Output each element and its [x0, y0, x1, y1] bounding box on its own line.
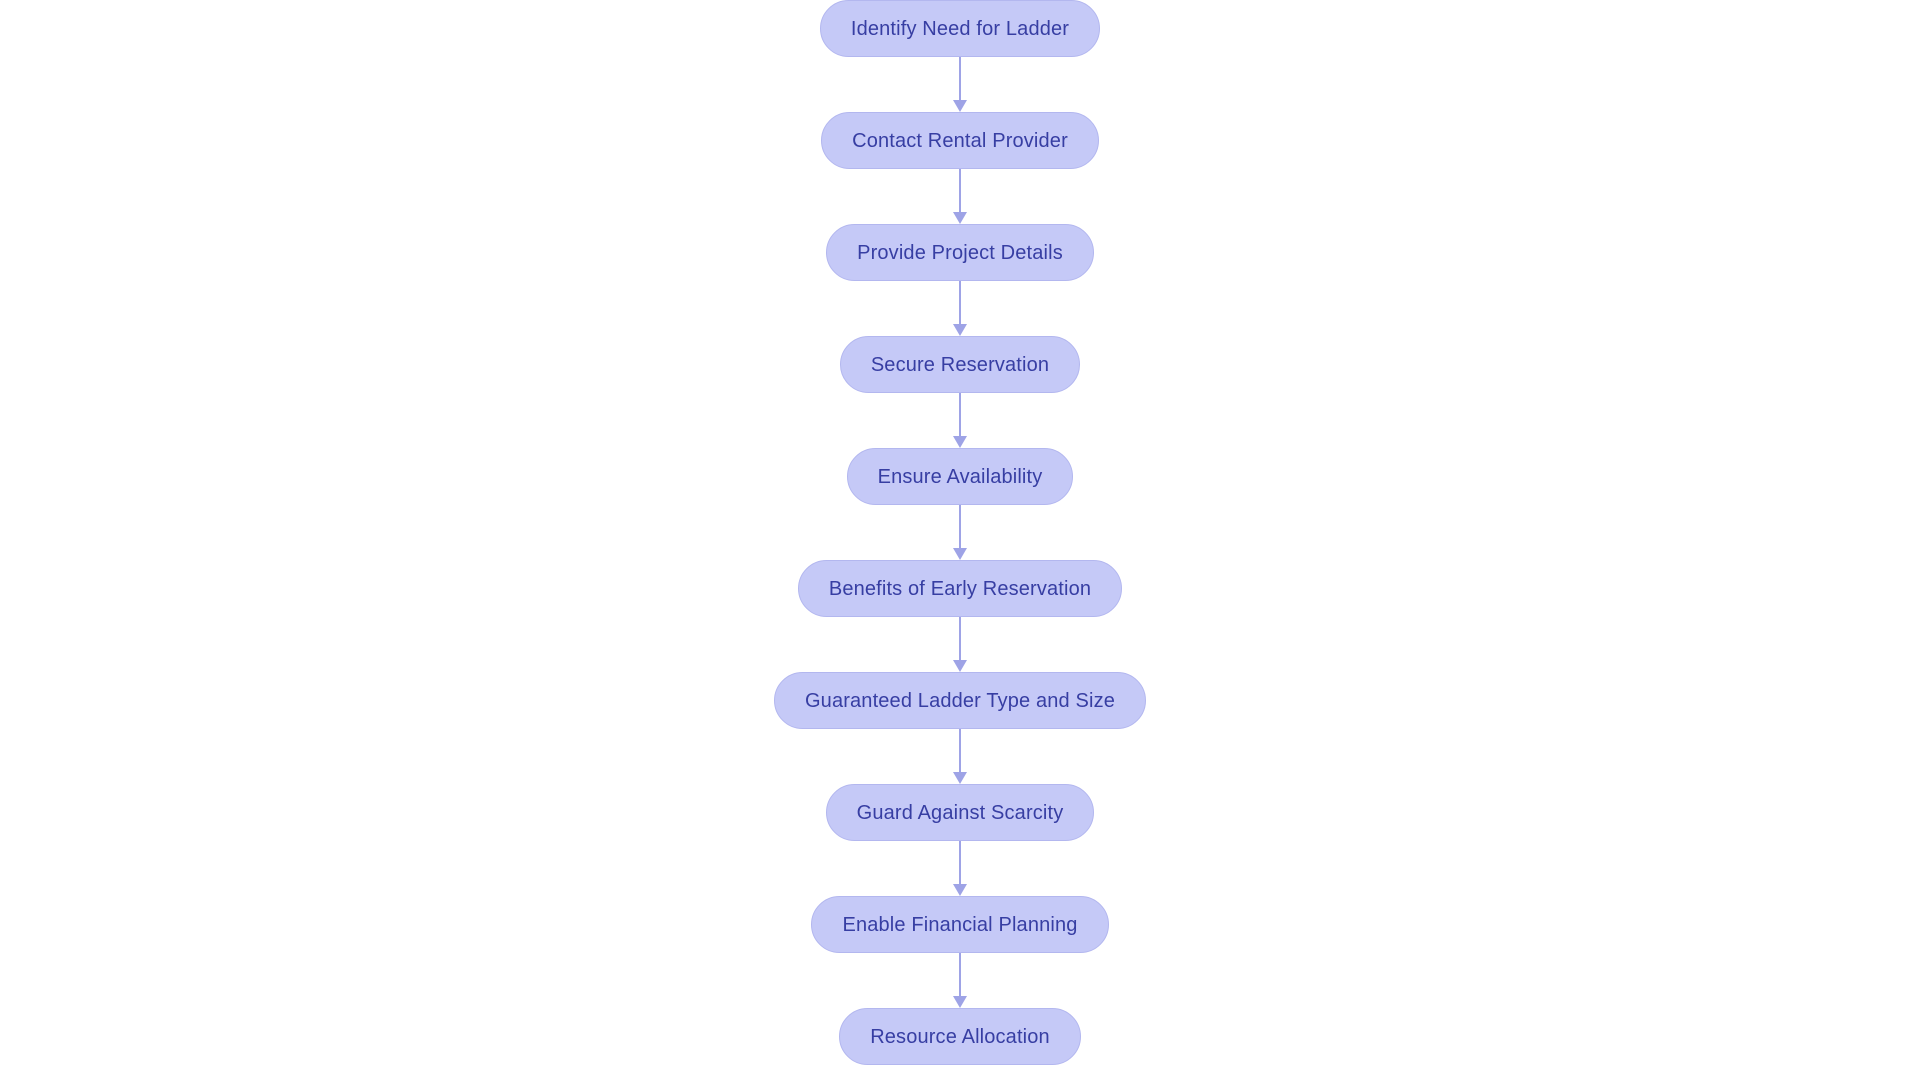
flowchart-node-label: Benefits of Early Reservation [828, 577, 1092, 600]
flowchart-edge-n9-n10 [947, 953, 973, 1008]
flowchart-node-contact-rental-provider[interactable]: Contact Rental Provider [821, 112, 1099, 169]
flowchart-edge-n1-n2 [947, 57, 973, 112]
flowchart-node-label: Identify Need for Ladder [850, 17, 1070, 40]
flowchart-edge-n4-n5 [947, 393, 973, 448]
down-arrow-icon [953, 548, 967, 560]
flowchart-node-provide-project-details[interactable]: Provide Project Details [826, 224, 1094, 281]
flowchart-node-ensure-availability[interactable]: Ensure Availability [846, 448, 1074, 505]
flowchart-edge-n6-n7 [947, 617, 973, 672]
flowchart-node-label: Secure Reservation [870, 353, 1050, 376]
flowchart-node-label: Provide Project Details [857, 241, 1063, 264]
flowchart-node-benefits-of-early-reservation[interactable]: Benefits of Early Reservation [797, 560, 1123, 617]
flowchart-node-enable-financial-planning[interactable]: Enable Financial Planning [811, 896, 1109, 953]
edge-line [959, 953, 961, 997]
flowchart-node-label: Ensure Availability [877, 465, 1043, 488]
down-arrow-icon [953, 212, 967, 224]
flowchart-node-label: Guaranteed Ladder Type and Size [804, 689, 1116, 712]
flowchart-edge-n2-n3 [947, 169, 973, 224]
flowchart-node-resource-allocation[interactable]: Resource Allocation [839, 1008, 1081, 1065]
flowchart-node-label: Guard Against Scarcity [856, 801, 1064, 824]
edge-line [959, 505, 961, 549]
flowchart-canvas: Identify Need for Ladder Contact Rental … [0, 0, 1920, 1080]
flowchart-edge-n5-n6 [947, 505, 973, 560]
down-arrow-icon [953, 324, 967, 336]
down-arrow-icon [953, 100, 967, 112]
flowchart-node-label: Contact Rental Provider [852, 129, 1068, 152]
flowchart-node-guard-against-scarcity[interactable]: Guard Against Scarcity [825, 784, 1095, 841]
flowchart-node-secure-reservation[interactable]: Secure Reservation [839, 336, 1081, 393]
flowchart-edge-n3-n4 [947, 281, 973, 336]
edge-line [959, 169, 961, 213]
edge-line [959, 57, 961, 101]
flowchart-node-label: Resource Allocation [870, 1025, 1050, 1048]
edge-line [959, 841, 961, 885]
edge-line [959, 281, 961, 325]
down-arrow-icon [953, 996, 967, 1008]
edge-line [959, 729, 961, 773]
flowchart-node-column: Identify Need for Ladder Contact Rental … [0, 0, 1920, 1065]
flowchart-edge-n7-n8 [947, 729, 973, 784]
down-arrow-icon [953, 436, 967, 448]
edge-line [959, 393, 961, 437]
down-arrow-icon [953, 884, 967, 896]
flowchart-node-label: Enable Financial Planning [842, 913, 1078, 936]
flowchart-edge-n8-n9 [947, 841, 973, 896]
flowchart-node-identify-need-for-ladder[interactable]: Identify Need for Ladder [819, 0, 1101, 57]
down-arrow-icon [953, 660, 967, 672]
flowchart-node-guaranteed-ladder-type-and-size[interactable]: Guaranteed Ladder Type and Size [773, 672, 1147, 729]
edge-line [959, 617, 961, 661]
down-arrow-icon [953, 772, 967, 784]
